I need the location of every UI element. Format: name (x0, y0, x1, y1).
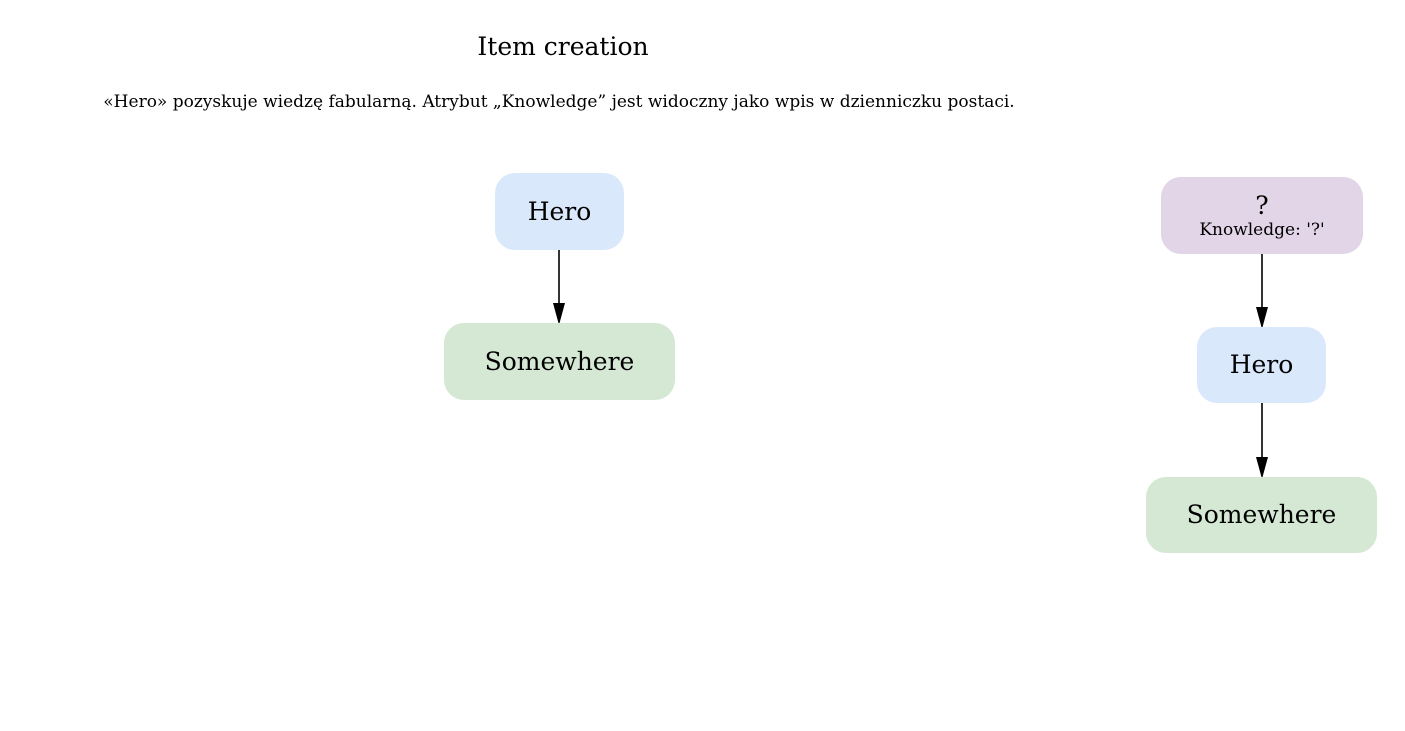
left-hero-label: Hero (527, 196, 592, 226)
right-item-label: ? (1255, 190, 1269, 220)
right-somewhere-label: Somewhere (1186, 500, 1337, 529)
arrowhead-left-hero-to-somewhere (553, 303, 565, 325)
left-somewhere-node: Somewhere (444, 323, 675, 400)
left-hero-node: Hero (495, 173, 624, 250)
arrowhead-right-item-to-hero (1256, 307, 1268, 329)
right-somewhere-node: Somewhere (1146, 477, 1377, 553)
right-item-node: ? Knowledge: '?' (1161, 177, 1363, 254)
right-hero-node: Hero (1197, 327, 1326, 403)
edges-layer (553, 250, 1268, 479)
arrowhead-right-hero-to-somewhere (1256, 457, 1268, 479)
left-somewhere-label: Somewhere (484, 346, 635, 376)
right-item-attribute: Knowledge: '?' (1199, 219, 1325, 240)
right-hero-label: Hero (1229, 350, 1294, 379)
